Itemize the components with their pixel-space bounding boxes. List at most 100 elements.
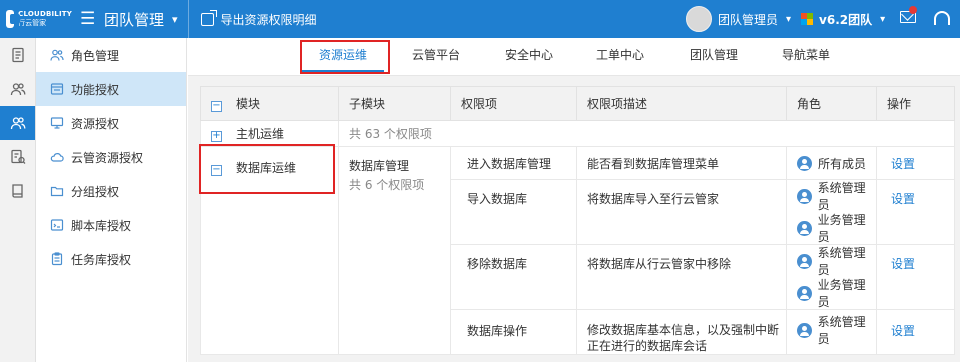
module-summary: 共 63 个权限项 bbox=[338, 120, 955, 147]
description-cell: 修改数据库基本信息，以及强制中断正在进行的数据库会话 bbox=[576, 309, 787, 355]
role-icon bbox=[50, 48, 64, 62]
role-name: 业务管理员 bbox=[817, 278, 866, 309]
role-name: 所有成员 bbox=[818, 156, 867, 171]
permission-cell: 移除数据库 bbox=[450, 244, 577, 310]
action-cell: 设置 bbox=[876, 309, 955, 355]
header-action: 操作 bbox=[876, 86, 955, 121]
subnav-item-script[interactable]: 脚本库授权 bbox=[36, 208, 186, 242]
role-cell: 系统管理员 业务管理员 bbox=[786, 179, 877, 245]
highlight-box bbox=[300, 40, 390, 74]
logo-text-cn: 行云管家 bbox=[18, 19, 47, 27]
notification-badge bbox=[909, 6, 917, 14]
user-area: 团队管理员 ▾ v6.2团队 ▾ bbox=[686, 0, 950, 38]
settings-link[interactable]: 设置 bbox=[891, 157, 915, 171]
subnav-label: 角色管理 bbox=[71, 48, 120, 63]
subnav-item-group[interactable]: 分组授权 bbox=[36, 174, 186, 208]
tab-ticket-center[interactable]: 工单中心 bbox=[584, 38, 656, 76]
chevron-down-icon[interactable]: ▾ bbox=[172, 13, 178, 26]
subnav-label: 资源授权 bbox=[71, 116, 120, 131]
function-icon bbox=[50, 82, 64, 96]
subnav-label: 任务库授权 bbox=[71, 252, 132, 267]
rail-book[interactable] bbox=[0, 174, 35, 208]
chevron-down-icon[interactable]: ▾ bbox=[880, 14, 885, 25]
headset-icon[interactable] bbox=[934, 11, 950, 25]
users-icon bbox=[10, 83, 25, 96]
logo-text-en: CLOUDBILITY bbox=[18, 10, 72, 18]
action-cell: 设置 bbox=[876, 244, 955, 310]
icon-rail bbox=[0, 38, 36, 362]
action-cell: 设置 bbox=[876, 146, 955, 180]
submodule-name: 数据库管理 bbox=[349, 159, 410, 173]
collapse-all-toggle[interactable]: − bbox=[211, 101, 222, 112]
logo[interactable]: CLOUDBILITY 行云管家 bbox=[0, 10, 72, 28]
task-icon bbox=[50, 252, 64, 266]
cloud-icon bbox=[50, 150, 64, 164]
subnav-item-cloud[interactable]: 云管资源授权 bbox=[36, 140, 186, 174]
user-icon bbox=[797, 253, 812, 269]
export-label: 导出资源权限明细 bbox=[220, 12, 317, 27]
tab-security-center[interactable]: 安全中心 bbox=[493, 38, 565, 76]
description-cell: 将数据库导入至行云管家 bbox=[576, 179, 787, 245]
role-cell: 系统管理员 业务管理员 bbox=[786, 244, 877, 310]
permission-table: − 模块 子模块 权限项 权限项描述 角色 操作 + 主机运维 共 63 个权限项 … bbox=[200, 86, 955, 355]
subnav-label: 云管资源授权 bbox=[71, 150, 144, 165]
subnav-label: 脚本库授权 bbox=[71, 218, 132, 233]
rail-audit[interactable] bbox=[0, 140, 35, 174]
expand-toggle[interactable]: + bbox=[211, 131, 222, 142]
logo-icon bbox=[6, 10, 21, 28]
role-name: 系统管理员 bbox=[817, 246, 866, 277]
header-submodule: 子模块 bbox=[338, 86, 451, 121]
description-cell: 将数据库从行云管家中移除 bbox=[576, 244, 787, 310]
sub-sidebar: 角色管理 功能授权 资源授权 云管资源授权 分组授权 脚本库授权 任务库授权 bbox=[36, 38, 187, 362]
version-label[interactable]: v6.2团队 bbox=[819, 11, 872, 28]
folder-icon bbox=[50, 184, 64, 198]
settings-link[interactable]: 设置 bbox=[891, 192, 915, 206]
subnav-label: 功能授权 bbox=[71, 82, 120, 97]
windows-icon bbox=[801, 13, 814, 25]
export-button[interactable]: 导出资源权限明细 bbox=[200, 9, 317, 28]
menu-icon[interactable]: ☰ bbox=[80, 9, 100, 29]
submodule-count: 共 6 个权限项 bbox=[349, 178, 425, 192]
module-cell: + 主机运维 bbox=[200, 120, 339, 147]
role-cell: 所有成员 bbox=[786, 146, 877, 180]
subnav-item-function[interactable]: 功能授权 bbox=[36, 72, 186, 106]
top-bar: CLOUDBILITY 行云管家 ☰ 团队管理 ▾ 导出资源权限明细 团队管理员… bbox=[0, 0, 960, 38]
permission-cell: 数据库操作 bbox=[450, 309, 577, 355]
export-icon bbox=[200, 9, 217, 26]
table-row: + 主机运维 共 63 个权限项 bbox=[200, 120, 955, 147]
rail-team[interactable] bbox=[0, 106, 35, 140]
action-cell: 设置 bbox=[876, 179, 955, 245]
chevron-down-icon[interactable]: ▾ bbox=[786, 14, 791, 25]
user-name[interactable]: 团队管理员 bbox=[718, 11, 778, 28]
user-icon bbox=[797, 285, 812, 301]
subnav-item-task[interactable]: 任务库授权 bbox=[36, 242, 186, 276]
subnav-item-resource[interactable]: 资源授权 bbox=[36, 106, 186, 140]
subnav-item-role[interactable]: 角色管理 bbox=[36, 38, 186, 72]
role-name: 系统管理员 bbox=[817, 181, 866, 212]
book-icon bbox=[11, 184, 23, 198]
team-title[interactable]: 团队管理 bbox=[104, 9, 164, 30]
description-cell: 能否看到数据库管理菜单 bbox=[576, 146, 787, 180]
team-icon bbox=[10, 117, 25, 130]
table-header-row: − 模块 子模块 权限项 权限项描述 角色 操作 bbox=[200, 86, 955, 121]
document-icon bbox=[11, 47, 24, 63]
audit-icon bbox=[10, 149, 25, 164]
rail-users[interactable] bbox=[0, 72, 35, 106]
monitor-icon bbox=[50, 116, 64, 130]
role-name: 系统管理员 bbox=[817, 315, 866, 346]
settings-link[interactable]: 设置 bbox=[891, 257, 915, 271]
subnav-label: 分组授权 bbox=[71, 184, 120, 199]
tab-team-management[interactable]: 团队管理 bbox=[678, 38, 750, 76]
role-name: 业务管理员 bbox=[817, 213, 866, 244]
tab-cloud-platform[interactable]: 云管平台 bbox=[400, 38, 472, 76]
permission-cell: 导入数据库 bbox=[450, 179, 577, 245]
rail-document[interactable] bbox=[0, 38, 35, 72]
avatar[interactable] bbox=[686, 6, 712, 32]
module-name[interactable]: 主机运维 bbox=[236, 127, 284, 141]
role-cell: 系统管理员 bbox=[786, 309, 877, 355]
user-icon bbox=[797, 220, 812, 236]
header-role: 角色 bbox=[786, 86, 877, 121]
settings-link[interactable]: 设置 bbox=[891, 324, 915, 338]
highlight-box bbox=[199, 144, 335, 194]
tab-nav-menu[interactable]: 导航菜单 bbox=[770, 38, 842, 76]
